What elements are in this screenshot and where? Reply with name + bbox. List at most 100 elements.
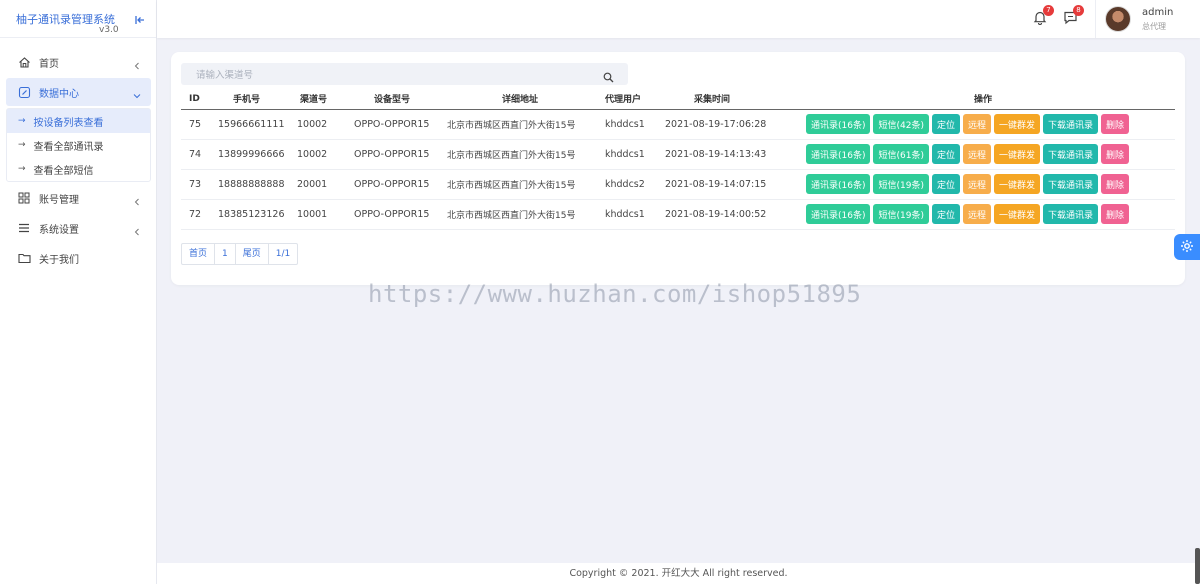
- row-actions: 通讯录(16条) 短信(61条) 定位 远程 一键群发 下载通讯录 删除: [806, 144, 1175, 164]
- sms-button[interactable]: 短信(42条): [873, 114, 929, 134]
- bell-icon[interactable]: 7: [1033, 5, 1054, 26]
- locate-button[interactable]: 定位: [931, 144, 960, 164]
- download-contacts-button[interactable]: 下载通讯录: [1043, 204, 1099, 224]
- footer: Copyright © 2021. 开红大大 All right reserve…: [157, 563, 1200, 584]
- contacts-button[interactable]: 通讯录(16条): [806, 204, 871, 224]
- pager-page[interactable]: 1: [215, 244, 236, 264]
- edit-square-icon: [17, 85, 31, 99]
- cell-address: 北京市西城区西直门外大街15号: [446, 139, 601, 170]
- avatar[interactable]: [1105, 6, 1131, 32]
- user-name[interactable]: admin: [1142, 7, 1173, 18]
- sms-button[interactable]: 短信(19条): [873, 204, 929, 224]
- chevron-left-icon: [132, 192, 142, 206]
- table-row: 72 18385123126 10001 OPPO-OPPOR15 北京市西城区…: [181, 199, 1175, 230]
- pagination: 首页 1 尾页 1/1: [181, 243, 299, 265]
- device-list-card: ID 手机号 渠道号 设备型号 详细地址 代理用户 采集时间 操作 75 159…: [171, 52, 1185, 285]
- menu-lines-icon: [17, 221, 31, 235]
- cell-address: 北京市西城区西直门外大街15号: [446, 169, 601, 200]
- cell-phone: 15966661111: [217, 109, 296, 140]
- remote-button[interactable]: 远程: [962, 174, 991, 194]
- chevron-left-icon: [132, 222, 142, 236]
- sidebar-item-settings[interactable]: 系统设置: [6, 214, 151, 242]
- cell-model: OPPO-OPPOR15: [343, 109, 446, 140]
- contacts-button[interactable]: 通讯录(16条): [806, 174, 871, 194]
- contacts-button[interactable]: 通讯录(16条): [806, 144, 871, 164]
- cell-agent: khddcs1: [601, 109, 661, 140]
- sidebar-subitem-label: 查看全部通讯录: [33, 141, 104, 153]
- cell-phone: 13899996666: [217, 139, 296, 170]
- locate-button[interactable]: 定位: [931, 204, 960, 224]
- broadcast-button[interactable]: 一键群发: [994, 174, 1041, 194]
- search-box: [181, 63, 628, 87]
- remote-button[interactable]: 远程: [962, 114, 991, 134]
- locate-button[interactable]: 定位: [931, 114, 960, 134]
- pager-info: 1/1: [275, 249, 291, 259]
- table-header-row: ID 手机号 渠道号 设备型号 详细地址 代理用户 采集时间 操作: [181, 89, 1175, 110]
- device-table: ID 手机号 渠道号 设备型号 详细地址 代理用户 采集时间 操作 75 159…: [181, 89, 1175, 230]
- message-badge: 8: [1073, 5, 1084, 16]
- broadcast-button[interactable]: 一键群发: [994, 144, 1041, 164]
- download-contacts-button[interactable]: 下载通讯录: [1043, 174, 1099, 194]
- contacts-button[interactable]: 通讯录(16条): [806, 114, 871, 134]
- scrollbar-thumb[interactable]: [1195, 548, 1200, 584]
- sidebar-item-label: 数据中心: [39, 88, 79, 100]
- sidebar-subitem-device-list[interactable]: → 按设备列表查看: [7, 109, 150, 133]
- delete-button[interactable]: 删除: [1101, 174, 1130, 194]
- download-contacts-button[interactable]: 下载通讯录: [1043, 114, 1099, 134]
- pager-last[interactable]: 尾页: [236, 244, 269, 264]
- cell-channel: 10002: [296, 139, 343, 170]
- download-contacts-button[interactable]: 下载通讯录: [1043, 144, 1099, 164]
- cell-phone: 18385123126: [217, 199, 296, 230]
- sidebar-item-label: 关于我们: [39, 254, 79, 266]
- locate-button[interactable]: 定位: [931, 174, 960, 194]
- cell-channel: 10001: [296, 199, 343, 230]
- search-input[interactable]: [181, 64, 601, 87]
- home-icon: [17, 55, 31, 69]
- cell-time: 2021-08-19-17:06:28: [661, 109, 803, 140]
- folder-icon: [17, 251, 31, 265]
- watermark: https://www.huzhan.com/ishop51895: [368, 280, 862, 308]
- sidebar: 柚子通讯录管理系统 v3.0 首页 数据中心 → 按设备列表查看 → 查看全部通…: [0, 0, 157, 584]
- theme-settings-button[interactable]: [1174, 234, 1200, 260]
- sidebar-item-label: 首页: [39, 58, 59, 70]
- arrow-right-icon: →: [18, 116, 26, 126]
- sidebar-item-data-center[interactable]: 数据中心: [6, 78, 151, 106]
- sidebar-item-home[interactable]: 首页: [6, 48, 151, 76]
- grid-icon: [17, 191, 31, 205]
- cell-agent: khddcs1: [601, 199, 661, 230]
- remote-button[interactable]: 远程: [962, 204, 991, 224]
- delete-button[interactable]: 删除: [1101, 204, 1130, 224]
- sidebar-subitem-all-sms[interactable]: → 查看全部短信: [7, 157, 150, 181]
- cell-id: 72: [181, 199, 217, 230]
- broadcast-button[interactable]: 一键群发: [994, 114, 1041, 134]
- broadcast-button[interactable]: 一键群发: [994, 204, 1041, 224]
- user-role: 总代理: [1142, 22, 1166, 31]
- app-version: v3.0: [99, 25, 119, 35]
- sms-button[interactable]: 短信(61条): [873, 144, 929, 164]
- table-row: 75 15966661111 10002 OPPO-OPPOR15 北京市西城区…: [181, 109, 1175, 140]
- sidebar-subitem-all-contacts[interactable]: → 查看全部通讯录: [7, 133, 150, 157]
- delete-button[interactable]: 删除: [1101, 114, 1130, 134]
- sidebar-item-about[interactable]: 关于我们: [6, 244, 151, 272]
- remote-button[interactable]: 远程: [962, 144, 991, 164]
- cell-phone: 18888888888: [217, 169, 296, 200]
- message-icon[interactable]: 8: [1063, 5, 1084, 26]
- sidebar-subnav: → 按设备列表查看 → 查看全部通讯录 → 查看全部短信: [6, 108, 151, 182]
- pager-first[interactable]: 首页: [182, 244, 216, 264]
- header-divider: [1095, 0, 1096, 38]
- cell-time: 2021-08-19-14:07:15: [661, 169, 803, 200]
- row-actions: 通讯录(16条) 短信(19条) 定位 远程 一键群发 下载通讯录 删除: [806, 174, 1175, 194]
- sidebar-item-accounts[interactable]: 账号管理: [6, 184, 151, 212]
- sidebar-item-label: 系统设置: [39, 224, 79, 236]
- sidebar-subitem-label: 按设备列表查看: [33, 117, 104, 129]
- sms-button[interactable]: 短信(19条): [873, 174, 929, 194]
- gear-icon: [1180, 238, 1194, 257]
- search-icon[interactable]: [603, 68, 614, 83]
- delete-button[interactable]: 删除: [1101, 144, 1130, 164]
- column-header-address: 详细地址: [446, 89, 601, 110]
- cell-channel: 20001: [296, 169, 343, 200]
- cell-id: 75: [181, 109, 217, 140]
- collapse-sidebar-icon[interactable]: [134, 11, 146, 24]
- column-header-agent: 代理用户: [601, 89, 661, 110]
- arrow-right-icon: →: [18, 164, 26, 174]
